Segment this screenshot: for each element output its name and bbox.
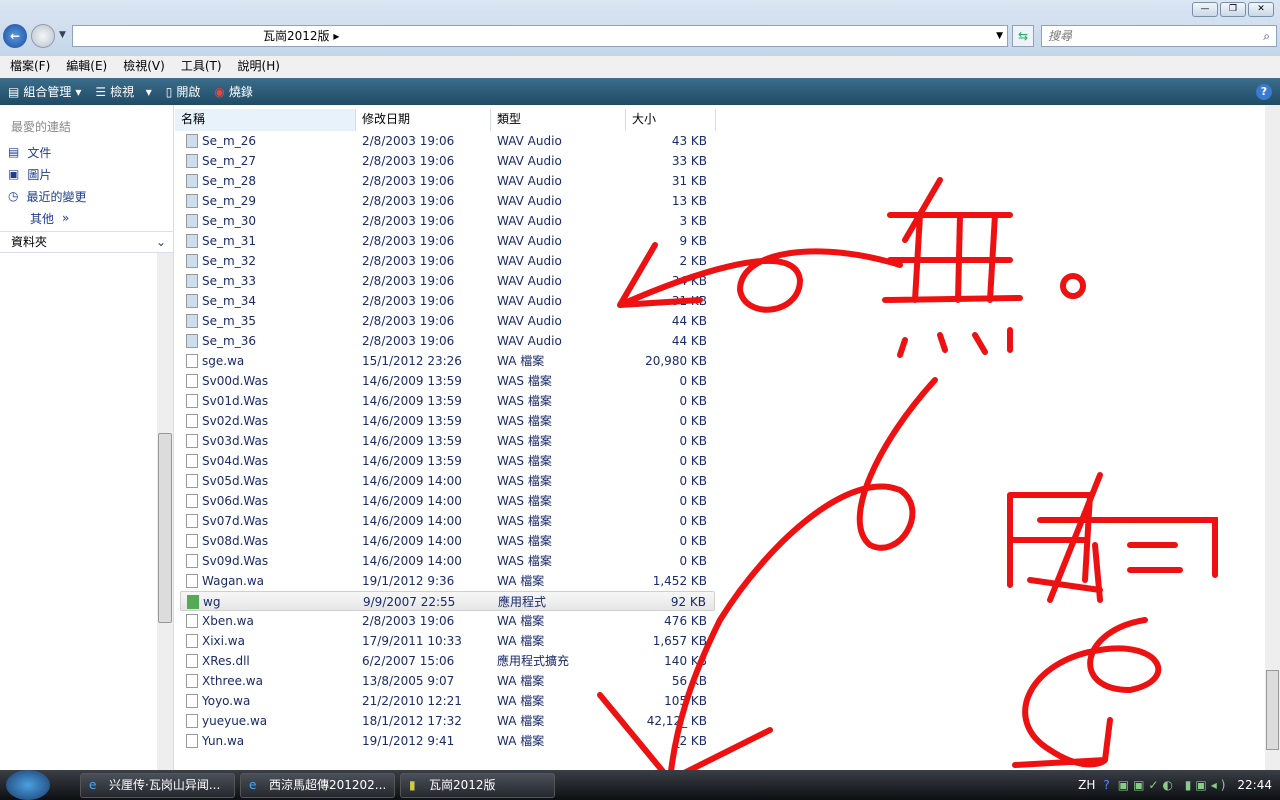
language-indicator[interactable]: ZH (1078, 770, 1095, 800)
folder-icon: ▮ (409, 778, 416, 792)
taskbar-item-browser-2[interactable]: e 西涼馬超傳201202... (240, 773, 395, 798)
handwritten-wu (882, 177, 1023, 358)
taskbar-item-explorer[interactable]: ▮ 瓦崗2012版 (400, 773, 555, 798)
start-button[interactable] (6, 770, 50, 800)
arrow-down-left (597, 377, 938, 783)
arrow-left (617, 242, 903, 313)
handwritten-zhiyou (1007, 472, 1218, 603)
system-tray: ZH ? ▣▣✓◐ ▮▣◂) 22:44 (1078, 770, 1272, 800)
taskbar-item-browser-1[interactable]: e 兴厘传·瓦岗山异闻... (80, 773, 235, 798)
handwritten-period (1060, 273, 1086, 299)
ie-icon: e (89, 778, 97, 792)
tray-icons[interactable]: ▣▣✓◐ ▮▣◂) (1118, 770, 1230, 800)
help-tray-icon[interactable]: ? (1103, 770, 1109, 800)
taskbar: e 兴厘传·瓦岗山异闻... e 西涼馬超傳201202... ▮ 瓦崗2012版 Z… (0, 770, 1280, 800)
red-annotation (597, 177, 1218, 783)
ie-icon: e (249, 778, 257, 792)
arrow-down (1012, 617, 1162, 768)
clock[interactable]: 22:44 (1237, 770, 1272, 800)
